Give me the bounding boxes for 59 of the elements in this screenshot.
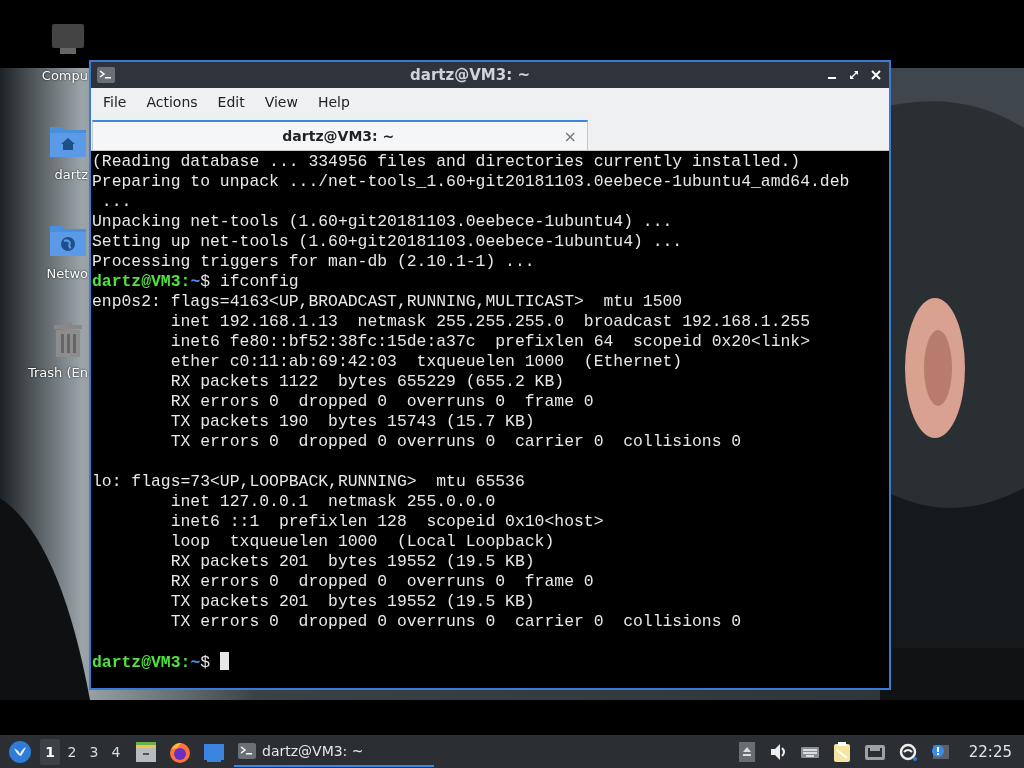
window-title: dartz@VM3: ~	[409, 66, 531, 84]
workspace-button[interactable]: 2	[62, 738, 82, 765]
terminal-tab[interactable]: dartz@VM3: ~ ×	[92, 120, 588, 150]
terminal-line: Unpacking net-tools (1.60+git20181103.0eebece-1ubuntu4) ...	[92, 212, 674, 232]
menu-item[interactable]: Help	[307, 94, 360, 110]
close-tab-button[interactable]: ×	[553, 126, 587, 146]
terminal-line: Processing triggers for man-db (2.10.1-1) ...	[92, 252, 536, 272]
terminal-line: TX packets 201 bytes 19552 (19.5 KB)	[169, 592, 536, 612]
terminal-line: RX packets 201 bytes 19552 (19.5 KB)	[169, 552, 536, 572]
terminal-line: loop txqueuelen 1000 (Local Loopback)	[169, 532, 556, 552]
terminal-line: inet 127.0.0.1 netmask 255.0.0.0	[169, 492, 497, 512]
terminal-line: RX errors 0 dropped 0 overruns 0 frame 0	[169, 572, 595, 592]
file-cabinet-icon[interactable]	[135, 740, 157, 763]
terminal-line: TX errors 0 dropped 0 overruns 0 carrier 0 collisions 0	[169, 612, 743, 632]
close-button[interactable]	[869, 68, 883, 82]
terminal-line: ether c0:11:ab:69:42:03 txqueuelen 1000 (Ethernet)	[169, 352, 684, 372]
start-menu-icon[interactable]	[9, 740, 31, 763]
terminal-line: ...	[100, 192, 133, 212]
clock[interactable]: 22:25	[968, 742, 1012, 761]
prompt-user: dartz@VM3:	[92, 653, 191, 672]
terminal-line: enp0s2: flags=4163<UP,BROADCAST,RUNNING,MULTICAST> mtu 1500	[92, 292, 684, 312]
menu-item[interactable]: Actions	[136, 94, 208, 110]
menu-item[interactable]: File	[93, 94, 137, 110]
menu-item[interactable]: View	[254, 94, 308, 110]
terminal-icon	[238, 742, 256, 759]
terminal-line: RX packets 1122 bytes 655229 (655.2 KB)	[169, 372, 566, 392]
network-icon[interactable]	[864, 742, 885, 761]
desktop-icon-label[interactable]: Trash (En	[28, 365, 88, 380]
terminal-line: Preparing to unpack .../net-tools_1.60+git20181103.0eebece-1ubuntu4_amd64.deb	[92, 172, 851, 192]
maximize-button[interactable]	[847, 68, 861, 82]
prompt-user: dartz@VM3:	[92, 272, 191, 291]
tab-label: dartz@VM3: ~	[281, 128, 396, 144]
terminal-line: inet 192.168.1.13 netmask 255.255.255.0 broadcast 192.168.1.255	[169, 312, 812, 332]
terminal-line: inet6 ::1 prefixlen 128 scopeid 0x10<host>	[169, 512, 605, 532]
workspace-button[interactable]: 1	[40, 738, 60, 765]
desktop-icon-label[interactable]: Netwo	[46, 266, 88, 281]
eject-icon[interactable]	[738, 741, 755, 762]
taskbar-window-button[interactable]: dartz@VM3: ~	[234, 736, 434, 767]
menu-item[interactable]: Edit	[207, 94, 255, 110]
prompt-sign: $	[200, 272, 211, 291]
terminal-icon	[97, 67, 115, 83]
workspace-button[interactable]: 3	[84, 738, 104, 765]
prompt-sign: $	[200, 653, 211, 672]
clipboard-icon[interactable]	[832, 741, 851, 762]
terminal-command: ifconfig	[219, 272, 299, 291]
terminal-line: inet6 fe80::bf52:38fc:15de:a37c prefixlen 64 scopeid 0x20<link>	[169, 332, 812, 352]
terminal-line: TX packets 190 bytes 15743 (15.7 KB)	[169, 412, 536, 432]
update-icon[interactable]	[898, 742, 917, 761]
terminal-line: RX errors 0 dropped 0 overruns 0 frame 0	[169, 392, 595, 412]
browser-icon[interactable]	[169, 740, 191, 763]
desktop-icon-label[interactable]: Compu	[41, 68, 88, 83]
workspace-button[interactable]: 4	[106, 738, 126, 765]
terminal-line: TX errors 0 dropped 0 overruns 0 carrier 0 collisions 0	[169, 432, 743, 452]
info-icon[interactable]	[930, 742, 951, 761]
prompt-path: ~	[190, 653, 201, 672]
terminal-line: lo: flags=73<UP,LOOPBACK,RUNNING> mtu 65536	[92, 472, 526, 492]
prompt-path: ~	[190, 272, 201, 291]
terminal-line: (Reading database ... 334956 files and directories currently installed.)	[92, 152, 802, 172]
terminal-line: Setting up net-tools (1.60+git20181103.0eebece-1ubuntu4) ...	[92, 232, 684, 252]
